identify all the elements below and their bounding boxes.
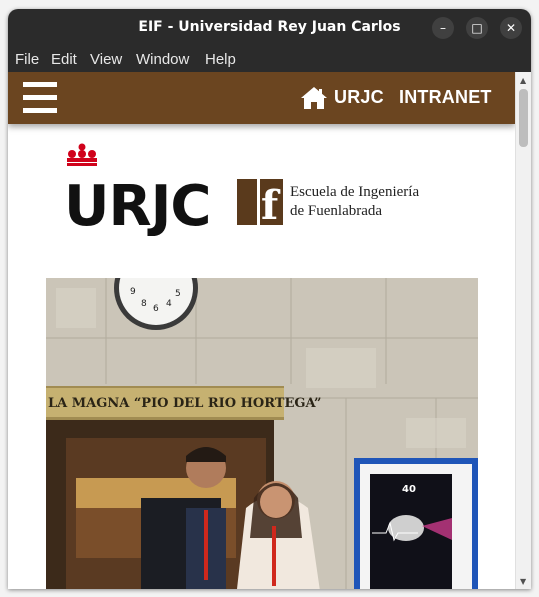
close-button[interactable]: ✕ [500,17,522,39]
nav-link-intranet[interactable]: INTRANET [399,87,492,108]
minimize-icon: – [440,21,446,35]
home-icon[interactable] [300,86,328,110]
news-photo[interactable]: 8645 9 LA MAGNA “PIO DEL RIO HORTEGA” 40 [46,278,478,589]
page-viewport: URJC INTRANET URJC f Escuela de Ingenier… [8,72,515,589]
nav-link-urjc[interactable]: URJC [334,87,384,108]
eif-logo-letter: f [261,182,281,225]
svg-text:8: 8 [141,299,147,309]
crown-icon [67,143,97,166]
urjc-logo-graphic: URJC [64,143,212,239]
school-name-line2: de Fuenlabrada [290,203,383,219]
menu-file[interactable]: File [15,51,39,68]
vertical-scrollbar[interactable]: ▲ ▼ [515,72,531,589]
browser-window: EIF - Universidad Rey Juan Carlos – □ ✕ … [8,9,531,589]
school-name-line1: Escuela de Ingeniería [290,184,420,200]
hamburger-bar [23,82,57,87]
menu-window[interactable]: Window [136,51,189,68]
urjc-logo[interactable]: URJC [64,140,224,240]
hamburger-menu-button[interactable] [23,82,59,114]
scroll-down-icon[interactable]: ▼ [520,577,526,586]
menu-view[interactable]: View [90,51,122,68]
maximize-icon: □ [471,21,483,35]
svg-text:6: 6 [153,304,159,314]
minimize-button[interactable]: – [432,17,454,39]
eif-logo-icon[interactable]: f [237,179,283,225]
poster-number: 40 [402,484,416,495]
hamburger-bar [23,108,57,113]
school-name: Escuela de Ingeniería de Fuenlabrada [290,183,419,221]
close-icon: ✕ [505,21,517,35]
svg-text:4: 4 [166,299,172,309]
title-bar[interactable]: EIF - Universidad Rey Juan Carlos – □ ✕ [8,9,531,46]
urjc-logo-text: URJC [64,174,211,236]
photo-sign-text: LA MAGNA “PIO DEL RIO HORTEGA” [48,396,321,411]
news-photo-image: 8 6 45 9 LA MAGNA “PIO DEL RIO HORTEGA” 4… [46,278,478,589]
hamburger-bar [23,95,57,100]
maximize-button[interactable]: □ [466,17,488,39]
menu-bar: File Edit View Window Help [8,46,531,72]
svg-text:5: 5 [175,289,181,299]
svg-text:9: 9 [130,287,136,297]
scroll-up-icon[interactable]: ▲ [520,76,526,85]
menu-edit[interactable]: Edit [51,51,77,68]
menu-help[interactable]: Help [205,51,236,68]
site-navbar: URJC INTRANET [8,72,515,124]
scrollbar-thumb[interactable] [519,89,528,147]
